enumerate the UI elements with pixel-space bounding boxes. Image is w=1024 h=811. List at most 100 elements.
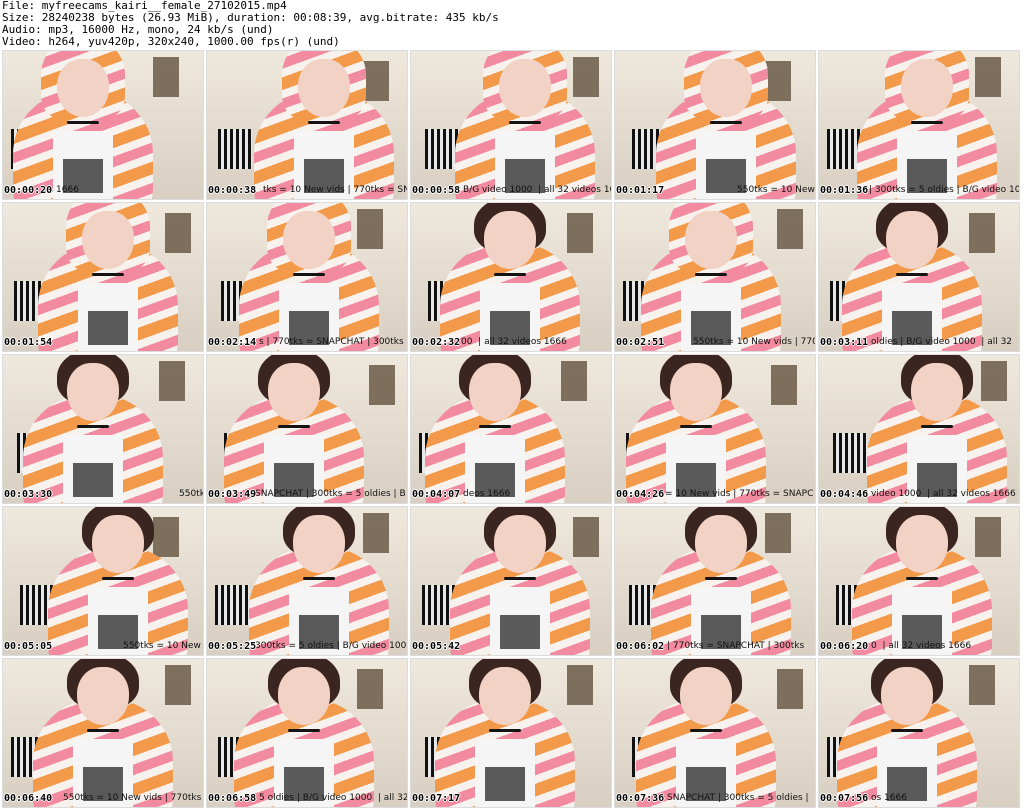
wall-poster [153, 57, 179, 97]
choker-necklace [489, 729, 521, 732]
wall-poster [777, 669, 803, 709]
video-frame-thumbnail: SNAPCHAT | 300tks = 5 oldies | 00:07:36 [614, 658, 816, 808]
wall-poster [573, 517, 599, 557]
frame-timestamp: 00:06:20 [820, 641, 869, 652]
face [881, 667, 933, 725]
wall-poster [357, 669, 383, 709]
video-frame-thumbnail: 300tks = 5 oldies | B/G video 1000 00:05:… [206, 506, 408, 656]
ticker-text: 550tks [179, 489, 203, 499]
ticker-text: s | 770tks = SNAPCHAT | 300tks [259, 337, 404, 347]
video-frame-thumbnail: deos 1666 00:04:07 [410, 354, 612, 504]
choker-necklace [278, 425, 310, 428]
video-frame-thumbnail: SNAPCHAT | 300tks = 5 oldies | B 00:03:49 [206, 354, 408, 504]
frame-timestamp: 00:05:05 [4, 641, 53, 652]
video-frame-thumbnail: oldies | B/G video 1000 | all 32 00:03:11 [818, 202, 1020, 352]
video-frame-thumbnail: 00:01:54 [2, 202, 204, 352]
frame-timestamp: 00:01:54 [4, 337, 53, 348]
video-frame-thumbnail: B/G video 1000 | all 32 videos 1666 00:00… [410, 50, 612, 200]
wall-poster [153, 517, 179, 557]
frame-timestamp: 00:05:25 [208, 641, 257, 652]
ticker-text: tks = 10 New vids | 770tks = SNAP [263, 185, 407, 195]
file-size-line: Size: 28240238 bytes (26.93 MiB), durati… [2, 12, 499, 24]
face [67, 363, 119, 421]
video-frame-thumbnail: 550tks = 10 New v 00:05:05 [2, 506, 204, 656]
video-frame-thumbnail: | 300tks = 5 oldies | B/G video 10 00:01:… [818, 50, 1020, 200]
frame-timestamp: 00:02:32 [412, 337, 461, 348]
frame-timestamp: 00:02:51 [616, 337, 665, 348]
wall-poster [981, 361, 1007, 401]
video-frame-thumbnail: | 770tks = SNAPCHAT | 300tks 00:06:02 [614, 506, 816, 656]
choker-necklace [911, 121, 943, 124]
ticker-text: | 300tks = 5 oldies | B/G video 10 [869, 185, 1019, 195]
ticker-text: B/G video 1000 | all 32 videos 1666 [463, 185, 611, 195]
face [82, 211, 134, 269]
wall-poster [777, 209, 803, 249]
keyboard-instrument [827, 129, 861, 169]
video-frame-thumbnail: os 1666 00:07:56 [818, 658, 1020, 808]
video-frame-thumbnail: 550tks = 10 New vids | 770tks = 00:06:40 [2, 658, 204, 808]
wall-poster [765, 61, 791, 101]
wall-poster [159, 361, 185, 401]
frame-timestamp: 00:01:36 [820, 185, 869, 196]
file-name-line: File: myfreecams_kairi__female_27102015.… [2, 0, 287, 12]
choker-necklace [891, 729, 923, 732]
frame-timestamp: 00:04:07 [412, 489, 461, 500]
frame-timestamp: 00:03:11 [820, 337, 869, 348]
face [886, 211, 938, 269]
video-frame-thumbnail: video 1000 | all 32 videos 1666 00:04:46 [818, 354, 1020, 504]
video-info-line: Video: h264, yuv420p, 320x240, 1000.00 f… [2, 36, 340, 48]
choker-necklace [680, 425, 712, 428]
choker-necklace [690, 729, 722, 732]
choker-necklace [303, 577, 335, 580]
ticker-text: SNAPCHAT | 300tks = 5 oldies | B [255, 489, 406, 499]
frame-timestamp: 00:02:14 [208, 337, 257, 348]
face [469, 363, 521, 421]
choker-necklace [705, 577, 737, 580]
ticker-text: 550tks = 10 New vids | 770tks = [63, 793, 203, 803]
wall-poster [765, 513, 791, 553]
frame-timestamp: 00:07:56 [820, 793, 869, 804]
frame-timestamp: 00:06:40 [4, 793, 53, 804]
ticker-text: deos 1666 [463, 489, 511, 499]
choker-necklace [77, 425, 109, 428]
ticker-text: = 10 New vids | 770tks = SNAPC [665, 489, 814, 499]
face [92, 515, 144, 573]
wall-poster [165, 665, 191, 705]
video-frame-thumbnail: = 10 New vids | 770tks = SNAPC 00:04:26 [614, 354, 816, 504]
choker-necklace [288, 729, 320, 732]
wall-poster [369, 365, 395, 405]
wall-poster [561, 361, 587, 401]
ticker-text: 550tks = 10 New v [123, 641, 203, 651]
wall-poster [165, 213, 191, 253]
ticker-text: oldies | B/G video 1000 | all 32 [871, 337, 1013, 347]
keyboard-instrument [215, 585, 249, 625]
face [680, 667, 732, 725]
ticker-text: video 1000 | all 32 videos 1666 [871, 489, 1016, 499]
video-frame-thumbnail: 0 | all 32 videos 1666 00:06:20 [818, 506, 1020, 656]
face [293, 515, 345, 573]
choker-necklace [308, 121, 340, 124]
wall-poster [567, 213, 593, 253]
wall-poster [771, 365, 797, 405]
face [896, 515, 948, 573]
ticker-text: 00 | all 32 videos 1666 [461, 337, 567, 347]
wall-poster [573, 57, 599, 97]
wall-poster [363, 61, 389, 101]
choker-necklace [509, 121, 541, 124]
choker-necklace [710, 121, 742, 124]
face [298, 59, 350, 117]
keyboard-instrument [218, 129, 252, 169]
face [685, 211, 737, 269]
choker-necklace [102, 577, 134, 580]
choker-necklace [87, 729, 119, 732]
ticker-text: SNAPCHAT | 300tks = 5 oldies | [667, 793, 809, 803]
ticker-text: | 770tks = SNAPCHAT | 300tks [667, 641, 805, 651]
video-frame-thumbnail: 00:07:17 [410, 658, 612, 808]
frame-timestamp: 00:06:58 [208, 793, 257, 804]
wall-poster [969, 665, 995, 705]
ticker-text: os 1666 [871, 793, 907, 803]
video-frame-thumbnail: 00:05:42 [410, 506, 612, 656]
video-frame-thumbnail: 550tks 00:03:30 [2, 354, 204, 504]
choker-necklace [906, 577, 938, 580]
video-frame-thumbnail: tks = 10 New vids | 770tks = SNAP 00:00:3… [206, 50, 408, 200]
